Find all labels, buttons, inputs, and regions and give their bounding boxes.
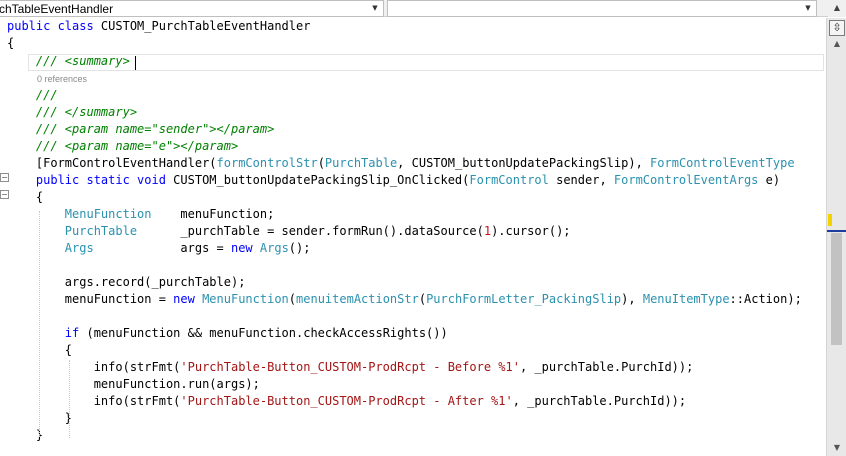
code-line[interactable]: info(strFmt('PurchTable-Button_CUSTOM-Pr…	[7, 359, 694, 376]
code-line[interactable]: menuFunction = new MenuFunction(menuitem…	[7, 291, 802, 308]
code-line[interactable]: /// <summary>	[7, 53, 130, 70]
arrow-down-icon[interactable]: ▼	[831, 442, 843, 454]
code-token: MenuItemType	[642, 292, 730, 306]
code-lens-references[interactable]: 0 references	[37, 73, 87, 85]
code-token: ),	[621, 292, 643, 306]
current-line-highlight	[28, 54, 824, 71]
code-token: PurchTable	[7, 224, 138, 238]
code-token: PurchFormLetter_PackingSlip	[426, 292, 622, 306]
chevron-down-icon[interactable]: ▼	[802, 1, 814, 16]
code-token: Args	[7, 241, 94, 255]
code-token: info(strFmt(	[7, 360, 181, 374]
code-line[interactable]: {	[7, 189, 43, 206]
code-line[interactable]: ///	[7, 87, 58, 104]
code-token: 'PurchTable-Button_CUSTOM-ProdRcpt - Bef…	[180, 360, 520, 374]
code-token: MenuFunction	[7, 207, 152, 221]
code-token: {	[7, 190, 44, 204]
code-line[interactable]: /// <param name="sender"></param>	[7, 121, 274, 138]
code-token: ///	[7, 88, 58, 102]
indent-guide	[69, 360, 70, 438]
collapse-minus-icon[interactable]: −	[0, 173, 9, 182]
indent-guide	[39, 211, 40, 437]
split-window-icon[interactable]: ⇳	[829, 20, 845, 36]
code-token: FormControlEventHandler	[43, 156, 210, 170]
code-line[interactable]: /// </summary>	[7, 104, 137, 121]
code-token: /// <param name="sender"></param>	[7, 122, 275, 136]
code-token: (	[317, 156, 325, 170]
code-token: , _purchTable.PurchId));	[519, 360, 694, 374]
type-dropdown-value: chTableEventHandler	[0, 2, 114, 16]
code-token: Args	[259, 241, 289, 255]
chevron-down-icon[interactable]: ▼	[369, 1, 381, 16]
code-token: new	[173, 292, 203, 306]
code-token: menuFunction =	[7, 292, 174, 306]
code-token: info(strFmt(	[7, 394, 181, 408]
code-token: CUSTOM_buttonUpdatePackingSlip_OnClicked…	[173, 173, 470, 187]
code-line[interactable]: Args args = new Args();	[7, 240, 311, 257]
code-token: /// </summary>	[7, 105, 138, 119]
type-dropdown[interactable]: chTableEventHandler ▼	[0, 0, 384, 17]
code-token: , _purchTable.PurchId));	[512, 394, 687, 408]
code-token: formControlStr	[216, 156, 318, 170]
caret-position-marker	[827, 230, 846, 232]
arrow-up-icon[interactable]: ▲	[828, 0, 846, 17]
change-marker	[828, 214, 832, 226]
code-token: PurchTable	[324, 156, 398, 170]
code-line[interactable]: public class CUSTOM_PurchTableEventHandl…	[7, 18, 310, 35]
code-token: menuitemActionStr	[296, 292, 419, 306]
code-token: (	[418, 292, 427, 306]
member-dropdown[interactable]: ▼	[387, 0, 817, 17]
code-token: _purchTable = sender.formRun().dataSourc…	[137, 224, 484, 238]
code-token: 'PurchTable-Button_CUSTOM-ProdRcpt - Aft…	[180, 394, 513, 408]
code-line[interactable]: [FormControlEventHandler(formControlStr(…	[7, 155, 795, 172]
code-token: e)	[758, 173, 781, 187]
arrow-up-icon[interactable]: ▲	[831, 38, 843, 50]
code-token: /// <param name="e"></param>	[7, 139, 239, 153]
code-token: 1	[483, 224, 492, 238]
code-token: FormControlEventArgs	[613, 173, 759, 187]
code-line[interactable]: /// <param name="e"></param>	[7, 138, 238, 155]
code-line[interactable]: MenuFunction menuFunction;	[7, 206, 275, 223]
code-token: ();	[288, 241, 311, 255]
code-token: [	[7, 156, 44, 170]
code-line[interactable]: info(strFmt('PurchTable-Button_CUSTOM-Pr…	[7, 393, 686, 410]
code-token: sender,	[548, 173, 614, 187]
code-token: ).cursor();	[491, 224, 571, 238]
code-token: new	[230, 241, 260, 255]
code-line[interactable]: }	[7, 427, 43, 444]
code-token: MenuFunction	[202, 292, 289, 306]
code-token: menuFunction.run(args);	[7, 377, 260, 391]
code-token: }	[7, 428, 44, 442]
code-token: (	[209, 156, 217, 170]
code-token: , CUSTOM_buttonUpdatePackingSlip),	[397, 156, 651, 170]
code-token: /// <summary>	[7, 54, 130, 68]
code-line[interactable]: {	[7, 35, 14, 52]
code-line[interactable]: public static void CUSTOM_buttonUpdatePa…	[7, 172, 780, 189]
code-token: ::Action);	[729, 292, 802, 306]
code-token: FormControlEventType	[650, 156, 795, 170]
collapse-minus-icon[interactable]: −	[0, 190, 9, 199]
code-line[interactable]: if (menuFunction && menuFunction.checkAc…	[7, 325, 448, 342]
code-token: {	[7, 36, 15, 50]
vertical-scrollbar[interactable]: ⇳ ▲ ▼	[826, 18, 846, 456]
code-token: CUSTOM_PurchTableEventHandler	[100, 19, 311, 33]
code-line[interactable]: menuFunction.run(args);	[7, 376, 260, 393]
code-editor[interactable]: public class CUSTOM_PurchTableEventHandl…	[0, 18, 826, 456]
navigation-bar: chTableEventHandler ▼ ▼ ▲	[0, 0, 846, 17]
code-token: (menuFunction && menuFunction.checkAcces…	[86, 326, 448, 340]
code-token: args.record(_purchTable);	[7, 275, 246, 289]
code-token: public static void	[7, 173, 174, 187]
text-caret	[135, 56, 136, 70]
code-token: if	[7, 326, 87, 340]
code-token: args =	[93, 241, 231, 255]
code-token: public class	[7, 19, 101, 33]
code-line[interactable]: args.record(_purchTable);	[7, 274, 246, 291]
scrollbar-thumb[interactable]	[831, 233, 842, 345]
code-token: menuFunction;	[151, 207, 275, 221]
code-line[interactable]: PurchTable _purchTable = sender.formRun(…	[7, 223, 571, 240]
code-token: (	[288, 292, 297, 306]
code-token: FormControl	[469, 173, 549, 187]
